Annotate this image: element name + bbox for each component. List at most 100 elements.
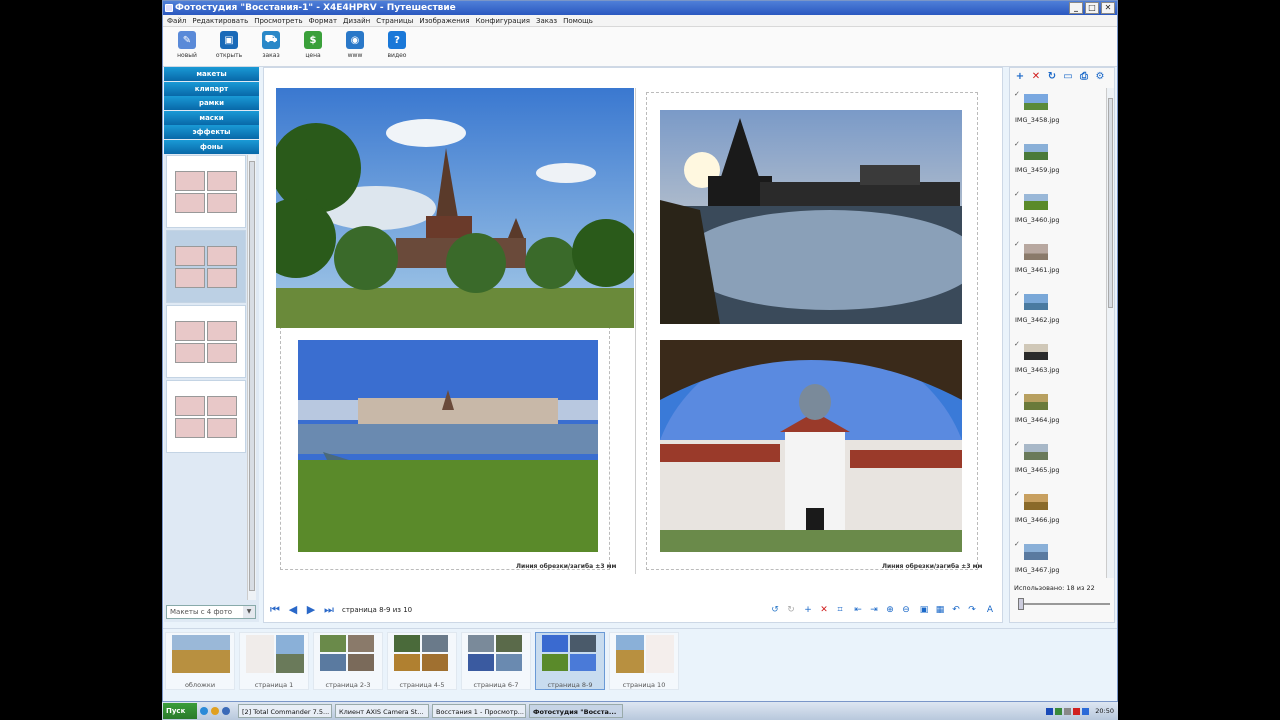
- price-button[interactable]: $ цена: [299, 27, 327, 66]
- list-item[interactable]: ✓ IMG_3467.jpg: [1012, 538, 1104, 578]
- menu-edit[interactable]: Редактировать: [192, 15, 248, 26]
- maximize-button[interactable]: □: [1085, 2, 1099, 14]
- settings-icon[interactable]: ⚙: [1094, 71, 1106, 83]
- new-button[interactable]: ✎ новый: [173, 27, 201, 66]
- help-icon: ?: [388, 31, 406, 49]
- thumbnail-size-slider[interactable]: [1018, 598, 1110, 610]
- image-list-scrollbar[interactable]: [1106, 88, 1114, 578]
- cart-icon: ⛟: [262, 31, 280, 49]
- taskbar-item[interactable]: [2] Total Commander 7.5...: [238, 704, 332, 718]
- menu-help[interactable]: Помощь: [563, 15, 593, 26]
- add-icon[interactable]: +: [802, 604, 814, 616]
- category-masks[interactable]: маски: [164, 110, 259, 125]
- filmstrip-covers[interactable]: обложки: [165, 632, 235, 690]
- new-document-icon: ✎: [178, 31, 196, 49]
- filmstrip-page-6-7[interactable]: страница 6-7: [461, 632, 531, 690]
- app-icon[interactable]: [222, 707, 230, 715]
- layout-thumbnail[interactable]: [166, 230, 246, 303]
- crop-icon[interactable]: ⌗: [834, 604, 846, 616]
- start-button[interactable]: Пуск: [163, 703, 197, 719]
- rotate-right-icon[interactable]: ↻: [785, 604, 797, 616]
- filmstrip-page-10[interactable]: страница 10: [609, 632, 679, 690]
- taskbar: Пуск [2] Total Commander 7.5... Клиент A…: [162, 702, 1118, 720]
- photo-white-church[interactable]: [660, 340, 962, 552]
- list-item[interactable]: ✓ IMG_3465.jpg: [1012, 438, 1104, 488]
- right-page: Линия обрезки/загиба ±3 мм: [636, 88, 994, 574]
- antivirus-icon[interactable]: [1073, 707, 1081, 715]
- network-icon[interactable]: [1055, 707, 1063, 715]
- add-image-icon[interactable]: +: [1014, 71, 1026, 83]
- folder-icon[interactable]: [211, 707, 219, 715]
- browser-icon[interactable]: [200, 707, 208, 715]
- used-check-icon: ✓: [1014, 290, 1020, 298]
- move-front-icon[interactable]: ⇥: [868, 604, 880, 616]
- rotate-left-icon[interactable]: ↺: [769, 604, 781, 616]
- video-button[interactable]: ? видео: [383, 27, 411, 66]
- text-icon[interactable]: A: [984, 604, 996, 616]
- fill-icon[interactable]: ▦: [934, 604, 946, 616]
- redo-icon[interactable]: ↷: [966, 604, 978, 616]
- undo-icon[interactable]: ↶: [950, 604, 962, 616]
- last-page-icon[interactable]: ⏭: [322, 603, 336, 617]
- category-backgrounds[interactable]: фоны: [164, 139, 259, 154]
- www-button[interactable]: ◉ www: [341, 27, 369, 66]
- filmstrip-page-2-3[interactable]: страница 2-3: [313, 632, 383, 690]
- filmstrip-page-1[interactable]: страница 1: [239, 632, 309, 690]
- menu-design[interactable]: Дизайн: [343, 15, 370, 26]
- menu-pages[interactable]: Страницы: [376, 15, 413, 26]
- move-back-icon[interactable]: ⇤: [852, 604, 864, 616]
- menu-order[interactable]: Заказ: [536, 15, 557, 26]
- tray-app-icon[interactable]: [1082, 707, 1090, 715]
- delete-icon[interactable]: ✕: [818, 604, 830, 616]
- menu-format[interactable]: Формат: [309, 15, 337, 26]
- taskbar-item-active[interactable]: Фотостудия "Восста...: [529, 704, 623, 718]
- menu-images[interactable]: Изображения: [419, 15, 469, 26]
- layout-filter-select[interactable]: Макеты с 4 фото ▼: [166, 605, 256, 619]
- remove-image-icon[interactable]: ✕: [1030, 71, 1042, 83]
- folder-icon[interactable]: ▭: [1062, 71, 1074, 83]
- rotate-image-icon[interactable]: ↻: [1046, 71, 1058, 83]
- print-icon[interactable]: ⎙: [1078, 71, 1090, 83]
- zoom-in-icon[interactable]: ⊕: [884, 604, 896, 616]
- first-page-icon[interactable]: ⏮: [268, 603, 282, 617]
- zoom-out-icon[interactable]: ⊖: [900, 604, 912, 616]
- taskbar-item[interactable]: Восстания 1 - Просмотр...: [432, 704, 526, 718]
- list-item[interactable]: ✓ IMG_3459.jpg: [1012, 138, 1104, 188]
- fit-icon[interactable]: ▣: [918, 604, 930, 616]
- layouts-scrollbar[interactable]: [247, 155, 256, 600]
- language-icon[interactable]: [1046, 707, 1054, 715]
- layout-thumbnail[interactable]: [166, 155, 246, 228]
- volume-icon[interactable]: [1064, 707, 1072, 715]
- minimize-button[interactable]: _: [1069, 2, 1083, 14]
- filmstrip-page-8-9[interactable]: страница 8-9: [535, 632, 605, 690]
- close-button[interactable]: ✕: [1101, 2, 1115, 14]
- image-thumbnail: [1024, 494, 1048, 510]
- open-button[interactable]: ▣ открыть: [215, 27, 243, 66]
- prev-page-icon[interactable]: ◀: [286, 603, 300, 617]
- layout-thumbnail[interactable]: [166, 305, 246, 378]
- menu-file[interactable]: Файл: [167, 15, 186, 26]
- list-item[interactable]: ✓ IMG_3463.jpg: [1012, 338, 1104, 388]
- photo-church-wooden[interactable]: [276, 88, 634, 328]
- menu-view[interactable]: Просмотреть: [254, 15, 302, 26]
- photo-sunset-fortress[interactable]: [660, 110, 962, 324]
- list-item[interactable]: ✓ IMG_3464.jpg: [1012, 388, 1104, 438]
- list-item[interactable]: ✓ IMG_3462.jpg: [1012, 288, 1104, 338]
- photo-monastery-lake[interactable]: [298, 340, 598, 552]
- category-effects[interactable]: эффекты: [164, 125, 259, 139]
- usage-count: Использовано: 18 из 22: [1014, 584, 1095, 592]
- category-frames[interactable]: рамки: [164, 96, 259, 110]
- list-item[interactable]: ✓ IMG_3466.jpg: [1012, 488, 1104, 538]
- list-item[interactable]: ✓ IMG_3458.jpg: [1012, 88, 1104, 138]
- menu-config[interactable]: Конфигурация: [476, 15, 530, 26]
- filmstrip-page-4-5[interactable]: страница 4-5: [387, 632, 457, 690]
- list-item[interactable]: ✓ IMG_3460.jpg: [1012, 188, 1104, 238]
- next-page-icon[interactable]: ▶: [304, 603, 318, 617]
- order-button[interactable]: ⛟ заказ: [257, 27, 285, 66]
- category-clipart[interactable]: клипарт: [164, 81, 259, 96]
- category-layouts[interactable]: макеты: [164, 67, 259, 81]
- slider-handle[interactable]: [1018, 598, 1024, 610]
- list-item[interactable]: ✓ IMG_3461.jpg: [1012, 238, 1104, 288]
- layout-thumbnail[interactable]: [166, 380, 246, 453]
- taskbar-item[interactable]: Клиент AXIS Camera St...: [335, 704, 429, 718]
